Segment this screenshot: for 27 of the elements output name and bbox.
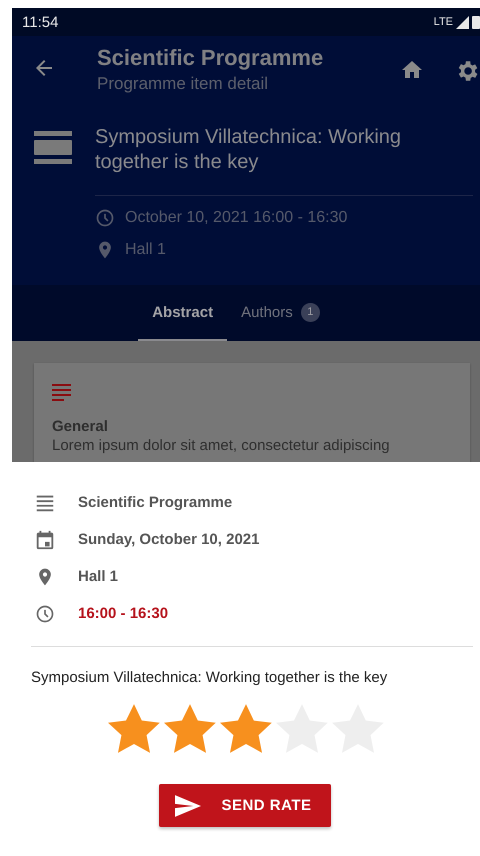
event-location: Hall 1 xyxy=(125,241,166,259)
calendar-icon xyxy=(34,528,56,550)
network-type: LTE xyxy=(434,16,453,28)
star-icon[interactable] xyxy=(164,704,216,754)
send-rate-button[interactable]: SEND RATE xyxy=(159,784,331,827)
event-title: Symposium Villatechnica: Working together is the key xyxy=(95,125,473,196)
event-date-time: October 10, 2021 16:00 - 16:30 xyxy=(125,209,348,227)
star-icon[interactable] xyxy=(108,704,160,754)
app-subtitle: Programme item detail xyxy=(97,73,270,95)
info-text: Hall 1 xyxy=(78,568,118,585)
clock-icon xyxy=(35,604,55,624)
signal-icon xyxy=(456,16,469,28)
tab[interactable]: Authors 1 xyxy=(227,285,334,341)
app-title: Scientific Programme xyxy=(97,44,324,72)
info-text: 16:00 - 16:30 xyxy=(78,605,168,622)
status-time: 11:54 xyxy=(22,14,58,30)
rating-title: Symposium Villatechnica: Working together is the key xyxy=(31,669,388,686)
info-text: Scientific Programme xyxy=(78,494,232,511)
info-text: Sunday, October 10, 2021 xyxy=(78,531,260,548)
count-badge: 1 xyxy=(300,302,320,322)
text-lines-icon xyxy=(52,383,72,401)
battery-icon xyxy=(472,15,480,29)
star-icon[interactable] xyxy=(220,704,272,754)
send-icon xyxy=(175,794,202,816)
abstract-text: Lorem ipsum dolor sit amet, consectetur adipiscing xyxy=(52,437,391,454)
abstract-heading: General xyxy=(52,418,109,435)
clock-icon xyxy=(95,208,115,228)
